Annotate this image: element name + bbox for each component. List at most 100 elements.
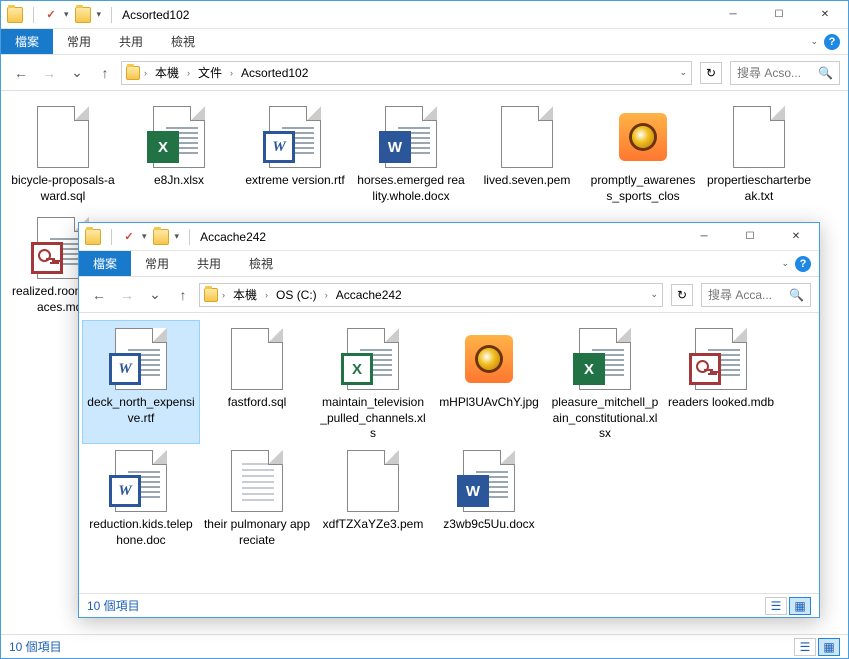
breadcrumb[interactable]: 本機 [229, 286, 261, 303]
help-icon[interactable]: ? [824, 34, 840, 50]
file-item[interactable]: xdfTZXaYZe3.pem [315, 443, 431, 554]
chevron-right-icon[interactable]: › [185, 68, 192, 78]
search-icon: 🔍 [789, 288, 804, 302]
search-placeholder: 搜尋 Acca... [708, 286, 772, 303]
file-item[interactable]: propertiescharterbeak.txt [701, 99, 817, 210]
minimize-button[interactable]: ─ [681, 223, 727, 251]
refresh-button[interactable]: ↻ [671, 284, 693, 306]
ribbon-home-tab[interactable]: 常用 [53, 29, 105, 54]
folder-icon [85, 229, 101, 245]
breadcrumb[interactable]: 文件 [194, 64, 226, 81]
window-title: Acsorted102 [116, 8, 189, 22]
file-item[interactable]: mHPl3UAvChY.jpg [431, 321, 547, 443]
chevron-down-icon[interactable]: ⌄ [679, 67, 687, 78]
maximize-button[interactable]: ☐ [727, 223, 773, 251]
chevron-right-icon[interactable]: › [142, 68, 149, 78]
refresh-button[interactable]: ↻ [700, 62, 722, 84]
chevron-down-icon[interactable]: ▾ [97, 9, 102, 20]
file-label: readers looked.mdb [668, 395, 774, 411]
recent-chevron-icon[interactable]: ⌄ [65, 61, 89, 85]
forward-button[interactable]: → [37, 61, 61, 85]
chevron-right-icon[interactable]: › [220, 290, 227, 300]
chevron-down-icon[interactable]: ▾ [64, 9, 69, 20]
file-item[interactable]: maintain_television_pulled_channels.xls [315, 321, 431, 443]
folder-icon [126, 66, 140, 80]
file-label: e8Jn.xlsx [154, 173, 204, 189]
access-icon [31, 242, 63, 274]
window-accache242: ✓ ▾ ▾ Accache242 ─ ☐ ✕ 檔案 常用 共用 檢視 ⌄ ? ←… [78, 222, 820, 618]
file-item[interactable]: horses.emerged reality.whole.docx [353, 99, 469, 210]
ribbon-file-tab[interactable]: 檔案 [79, 251, 131, 276]
ribbon-share-tab[interactable]: 共用 [183, 251, 235, 276]
chevron-down-icon[interactable]: ▾ [142, 231, 147, 242]
details-view-button[interactable]: ☰ [794, 638, 816, 656]
back-button[interactable]: ← [9, 61, 33, 85]
breadcrumb[interactable]: Acsorted102 [237, 66, 312, 80]
file-item[interactable]: e8Jn.xlsx [121, 99, 237, 210]
file-item[interactable]: pleasure_mitchell_pain_constitutional.xl… [547, 321, 663, 443]
close-button[interactable]: ✕ [802, 1, 848, 29]
ribbon: 檔案 常用 共用 檢視 ⌄ ? [79, 251, 819, 277]
file-item[interactable]: z3wb9c5Uu.docx [431, 443, 547, 554]
titlebar[interactable]: ✓ ▾ ▾ Accache242 ─ ☐ ✕ [79, 223, 819, 251]
file-item[interactable]: deck_north_expensive.rtf [83, 321, 199, 443]
breadcrumb[interactable]: OS (C:) [272, 288, 321, 302]
ribbon-home-tab[interactable]: 常用 [131, 251, 183, 276]
address-bar[interactable]: › 本機 › OS (C:) › Accache242 ⌄ [199, 283, 663, 307]
address-bar[interactable]: › 本機 › 文件 › Acsorted102 ⌄ [121, 61, 692, 85]
chevron-right-icon[interactable]: › [228, 68, 235, 78]
up-button[interactable]: ↑ [93, 61, 117, 85]
breadcrumb[interactable]: Accache242 [332, 288, 406, 302]
file-label: extreme version.rtf [245, 173, 344, 189]
file-label: z3wb9c5Uu.docx [443, 517, 534, 533]
file-item[interactable]: lived.seven.pem [469, 99, 585, 210]
details-view-button[interactable]: ☰ [765, 597, 787, 615]
minimize-button[interactable]: ─ [710, 1, 756, 29]
xlsx-icon [147, 131, 179, 163]
search-input[interactable]: 搜尋 Acca... 🔍 [701, 283, 811, 307]
file-item[interactable]: readers looked.mdb [663, 321, 779, 443]
close-button[interactable]: ✕ [773, 223, 819, 251]
doc-icon [109, 475, 141, 507]
folder-icon [7, 7, 23, 23]
help-icon[interactable]: ? [795, 256, 811, 272]
file-item[interactable]: bicycle-proposals-award.sql [5, 99, 121, 210]
image-icon [619, 113, 667, 161]
maximize-button[interactable]: ☐ [756, 1, 802, 29]
back-button[interactable]: ← [87, 283, 111, 307]
file-label: reduction.kids.telephone.doc [87, 517, 195, 548]
up-button[interactable]: ↑ [171, 283, 195, 307]
expand-ribbon-icon[interactable]: ⌄ [781, 258, 789, 269]
file-item[interactable]: extreme version.rtf [237, 99, 353, 210]
file-item[interactable]: their pulmonary appreciate [199, 443, 315, 554]
quick-access-icon[interactable]: ✓ [44, 8, 58, 22]
chevron-down-icon[interactable]: ⌄ [650, 289, 658, 300]
ribbon-file-tab[interactable]: 檔案 [1, 29, 53, 54]
titlebar[interactable]: ✓ ▾ ▾ Acsorted102 ─ ☐ ✕ [1, 1, 848, 29]
file-label: horses.emerged reality.whole.docx [357, 173, 465, 204]
chevron-right-icon[interactable]: › [263, 290, 270, 300]
window-title: Accache242 [194, 230, 266, 244]
ribbon-view-tab[interactable]: 檢視 [235, 251, 287, 276]
chevron-down-icon[interactable]: ▾ [175, 231, 180, 242]
ribbon-view-tab[interactable]: 檢視 [157, 29, 209, 54]
search-input[interactable]: 搜尋 Acso... 🔍 [730, 61, 840, 85]
file-item[interactable]: reduction.kids.telephone.doc [83, 443, 199, 554]
file-label: their pulmonary appreciate [203, 517, 311, 548]
recent-chevron-icon[interactable]: ⌄ [143, 283, 167, 307]
statusbar: 10 個項目 ☰ ▦ [79, 593, 819, 617]
quick-access-icon[interactable]: ✓ [122, 230, 136, 244]
file-item[interactable]: fastford.sql [199, 321, 315, 443]
icons-view-button[interactable]: ▦ [789, 597, 811, 615]
item-count: 10 個項目 [87, 597, 140, 614]
breadcrumb[interactable]: 本機 [151, 64, 183, 81]
chevron-right-icon[interactable]: › [323, 290, 330, 300]
expand-ribbon-icon[interactable]: ⌄ [810, 36, 818, 47]
navbar: ← → ⌄ ↑ › 本機 › OS (C:) › Accache242 ⌄ ↻ … [79, 277, 819, 313]
forward-button[interactable]: → [115, 283, 139, 307]
file-item[interactable]: promptly_awareness_sports_clos [585, 99, 701, 210]
file-list[interactable]: deck_north_expensive.rtffastford.sqlmain… [79, 313, 819, 593]
folder-icon [204, 288, 218, 302]
ribbon-share-tab[interactable]: 共用 [105, 29, 157, 54]
icons-view-button[interactable]: ▦ [818, 638, 840, 656]
